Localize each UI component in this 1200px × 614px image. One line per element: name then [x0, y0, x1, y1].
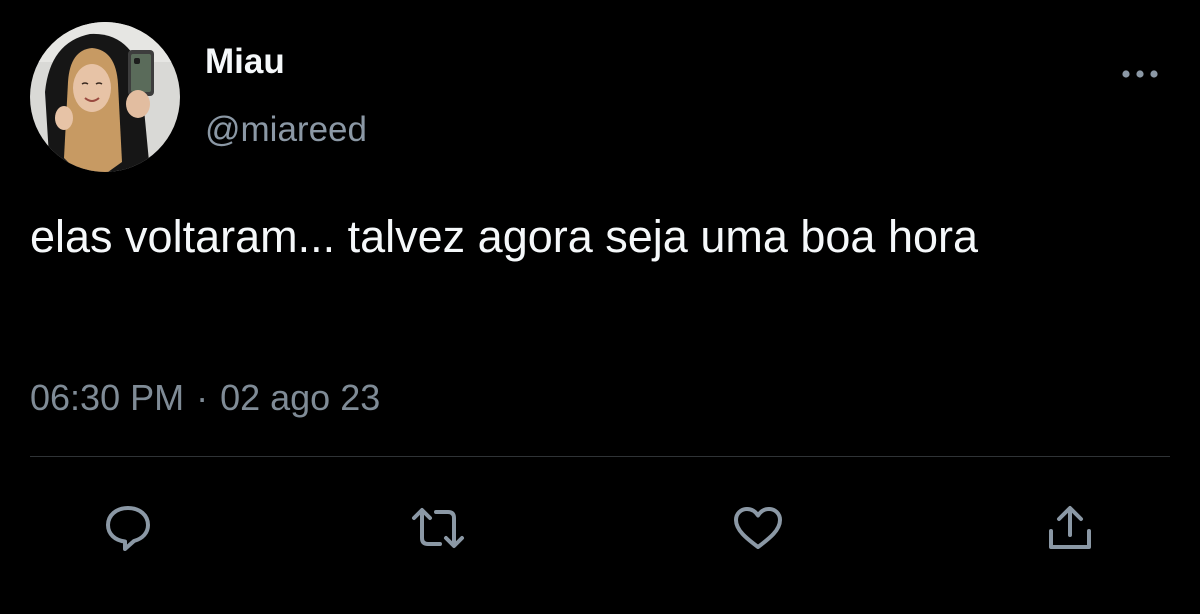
retweet-button[interactable]	[408, 498, 468, 558]
tweet-time: 06:30 PM	[30, 377, 185, 418]
user-handle[interactable]: @miareed	[205, 108, 367, 152]
retweet-icon	[412, 508, 464, 548]
more-options-button[interactable]	[1112, 56, 1168, 92]
divider	[30, 456, 1170, 457]
more-horizontal-icon	[1122, 70, 1158, 78]
action-bar	[0, 498, 1200, 558]
reply-button[interactable]	[98, 498, 158, 558]
tweet-text: elas voltaram... talvez agora seja uma b…	[30, 211, 979, 262]
avatar-photo	[30, 22, 180, 172]
meta-separator: ·	[196, 377, 209, 418]
display-name[interactable]: Miau	[205, 40, 285, 84]
tweet-card: Miau @miareed elas voltaram... talvez ag…	[0, 0, 1200, 614]
avatar[interactable]	[30, 22, 180, 172]
tweet-timestamp[interactable]: 06:30 PM · 02 ago 23	[30, 376, 380, 420]
like-button[interactable]	[728, 498, 788, 558]
share-button[interactable]	[1040, 498, 1100, 558]
share-icon	[1049, 506, 1091, 549]
heart-icon	[734, 507, 782, 549]
reply-icon	[106, 506, 150, 551]
tweet-date: 02 ago 23	[220, 377, 381, 418]
